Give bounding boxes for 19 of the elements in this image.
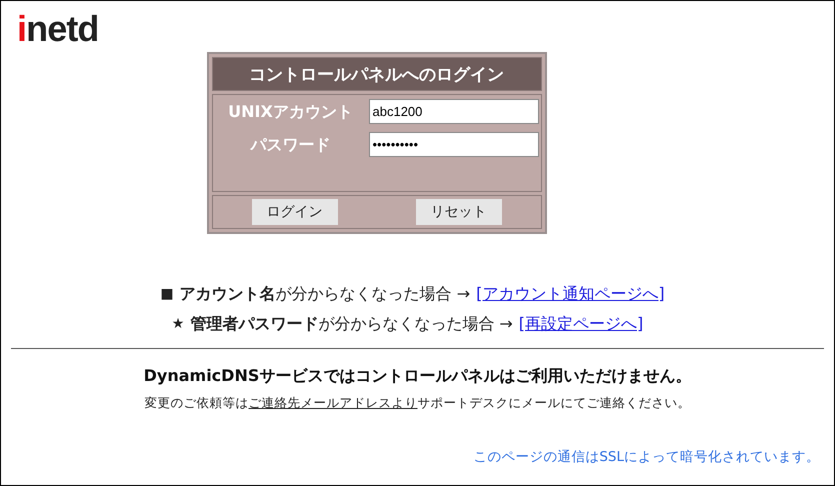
- notice-text: アカウント名が分からなくなった場合 →: [180, 283, 470, 305]
- field-label: UNIXアカウント: [227, 100, 354, 122]
- bullet-mark: ■: [160, 284, 174, 304]
- button[interactable]: ログイン: [252, 199, 338, 225]
- notice-text: 管理者パスワードが分からなくなった場合 →: [190, 313, 513, 335]
- panel-title: コントロールパネルへのログイン: [212, 57, 542, 91]
- notice-link[interactable]: [アカウント通知ページへ]: [476, 282, 665, 306]
- button[interactable]: リセット: [416, 199, 502, 225]
- input-field[interactable]: ••••••••••: [368, 132, 538, 157]
- notice-text: サポートデスクにメールにてご連絡ください。: [418, 394, 690, 412]
- bullet-mark: ★: [172, 314, 184, 334]
- dns-heading: DynamicDNSサービスではコントロールパネルはご利用いただけません。: [142, 365, 692, 387]
- input-field[interactable]: abc1200: [368, 99, 538, 124]
- contact-link[interactable]: ご連絡先メールアドレスより: [248, 394, 418, 413]
- notice-link[interactable]: [再設定ページへ]: [518, 312, 644, 336]
- field-label: パスワード: [249, 134, 332, 156]
- logo: inetd: [17, 11, 98, 47]
- ssl-note: このページの通信はSSLによって暗号化されています。: [473, 448, 820, 467]
- notice-text: 変更のご依頼等は: [144, 394, 248, 412]
